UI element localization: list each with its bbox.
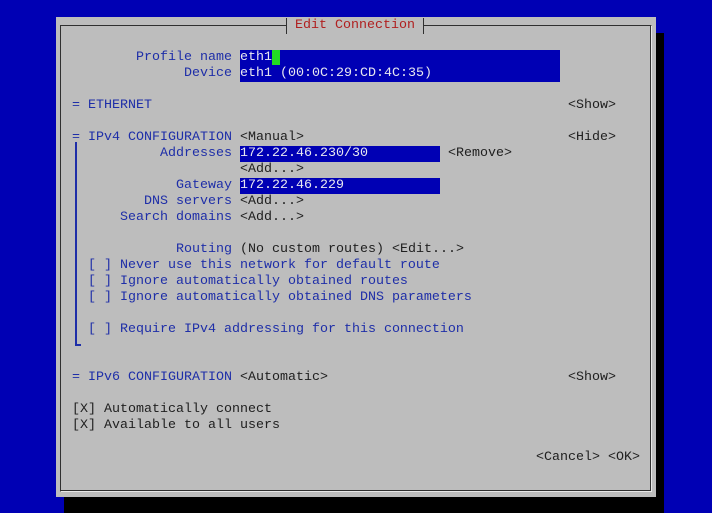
checkbox-label: Available to all users: [104, 418, 280, 433]
add-dns-button[interactable]: <Add...>: [240, 194, 304, 210]
ipv6-show-button[interactable]: <Show>: [568, 370, 616, 386]
device-input[interactable]: eth1 (00:0C:29:CD:4C:35): [240, 66, 560, 82]
gateway-input[interactable]: 172.22.46.229: [240, 178, 440, 194]
cancel-button[interactable]: <Cancel>: [536, 450, 600, 466]
checkbox-label: Ignore automatically obtained routes: [120, 274, 408, 289]
ipv4-section-header: IPv4 CONFIGURATION: [88, 130, 232, 145]
device-label: Device: [184, 66, 232, 81]
gateway-label: Gateway: [176, 178, 232, 193]
add-address-button[interactable]: <Add...>: [240, 162, 304, 178]
ipv4-hide-button[interactable]: <Hide>: [568, 130, 616, 146]
checkbox-box: [ ]: [88, 258, 112, 273]
ethernet-section-header: = ETHERNET: [72, 98, 152, 113]
ethernet-show-button[interactable]: <Show>: [568, 98, 616, 114]
all-users-checkbox[interactable]: [X] Available to all users: [72, 418, 280, 434]
profile-name-label: Profile name: [136, 50, 232, 65]
profile-name-value: eth1: [240, 50, 272, 65]
ignore-routes-checkbox[interactable]: [ ] Ignore automatically obtained routes: [88, 274, 408, 290]
routing-label: Routing: [176, 242, 232, 257]
auto-connect-checkbox[interactable]: [X] Automatically connect: [72, 402, 272, 418]
ipv4-section-bar: [75, 142, 77, 346]
profile-name-input[interactable]: eth1: [240, 50, 560, 66]
address-input[interactable]: 172.22.46.230/30: [240, 146, 440, 162]
edit-routes-button[interactable]: <Edit...>: [392, 242, 464, 258]
checkbox-label: Ignore automatically obtained DNS parame…: [120, 290, 472, 305]
add-search-domain-button[interactable]: <Add...>: [240, 210, 304, 226]
ipv4-section-bar-end: [75, 344, 81, 346]
ipv6-mode-dropdown[interactable]: <Automatic>: [240, 370, 328, 386]
dns-servers-label: DNS servers: [144, 194, 232, 209]
dialog-title: Edit Connection: [286, 18, 424, 34]
remove-address-button[interactable]: <Remove>: [448, 146, 512, 162]
ipv4-mode-dropdown[interactable]: <Manual>: [240, 130, 304, 146]
ignore-dns-checkbox[interactable]: [ ] Ignore automatically obtained DNS pa…: [88, 290, 472, 306]
dialog-shadow-right: [656, 33, 664, 513]
checkbox-label: Automatically connect: [104, 402, 272, 417]
addresses-label: Addresses: [160, 146, 232, 161]
checkbox-label: Never use this network for default route: [120, 258, 440, 273]
checkbox-box: [ ]: [88, 274, 112, 289]
checkbox-box: [ ]: [88, 290, 112, 305]
dialog-shadow-bottom: [64, 497, 664, 513]
require-ipv4-checkbox[interactable]: [ ] Require IPv4 addressing for this con…: [88, 322, 464, 338]
ok-button[interactable]: <OK>: [608, 450, 640, 466]
routing-value: (No custom routes): [240, 242, 384, 257]
checkbox-box: [X]: [72, 418, 96, 433]
ipv6-section-header: = IPv6 CONFIGURATION: [72, 370, 232, 385]
never-default-route-checkbox[interactable]: [ ] Never use this network for default r…: [88, 258, 440, 274]
checkbox-label: Require IPv4 addressing for this connect…: [120, 322, 464, 337]
search-domains-label: Search domains: [120, 210, 232, 225]
checkbox-box: [X]: [72, 402, 96, 417]
checkbox-box: [ ]: [88, 322, 112, 337]
text-cursor: [272, 50, 280, 65]
